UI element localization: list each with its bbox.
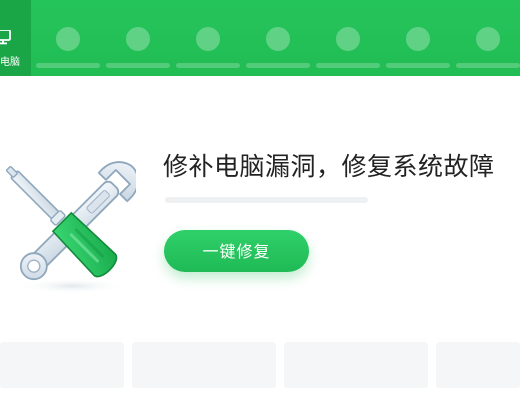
nav-item-computer[interactable]: 电脑 bbox=[0, 0, 31, 76]
nav-item-icon-placeholder bbox=[406, 27, 430, 51]
page-title: 修补电脑漏洞，修复系统故障 bbox=[163, 152, 495, 181]
feature-card[interactable] bbox=[436, 342, 520, 388]
nav-item-icon-placeholder bbox=[196, 27, 220, 51]
nav-item-label-placeholder bbox=[386, 63, 450, 68]
nav-item-placeholder[interactable] bbox=[106, 27, 170, 71]
nav-item-label-placeholder bbox=[316, 63, 380, 68]
nav-item-icon-placeholder bbox=[56, 27, 80, 51]
nav-item-label-placeholder bbox=[106, 63, 170, 68]
nav-item-placeholder[interactable] bbox=[176, 27, 240, 71]
one-click-repair-button[interactable]: 一键修复 bbox=[164, 230, 309, 272]
nav-item-icon-placeholder bbox=[476, 27, 500, 51]
feature-card[interactable] bbox=[284, 342, 428, 388]
monitor-icon bbox=[0, 30, 11, 45]
feature-card[interactable] bbox=[132, 342, 276, 388]
app-window: 电脑 修补电脑漏洞，修复系统故障 一键修复 bbox=[0, 0, 520, 400]
nav-item-placeholder[interactable] bbox=[246, 27, 310, 71]
nav-item-placeholder[interactable] bbox=[456, 27, 520, 71]
nav-item-icon-placeholder bbox=[336, 27, 360, 51]
nav-item-placeholder[interactable] bbox=[386, 27, 450, 71]
progress-bar bbox=[165, 197, 368, 203]
nav-item-placeholder[interactable] bbox=[36, 27, 100, 71]
top-nav-bar: 电脑 bbox=[0, 0, 520, 76]
wrench-screwdriver-icon bbox=[6, 161, 136, 294]
feature-card[interactable] bbox=[0, 342, 124, 388]
nav-item-icon-placeholder bbox=[266, 27, 290, 51]
nav-item-label-placeholder bbox=[246, 63, 310, 68]
nav-item-icon-placeholder bbox=[126, 27, 150, 51]
nav-item-label-placeholder bbox=[176, 63, 240, 68]
nav-item-computer-label: 电脑 bbox=[0, 57, 20, 68]
nav-item-placeholder[interactable] bbox=[316, 27, 380, 71]
nav-item-label-placeholder bbox=[36, 63, 100, 68]
nav-item-label-placeholder bbox=[456, 63, 520, 68]
